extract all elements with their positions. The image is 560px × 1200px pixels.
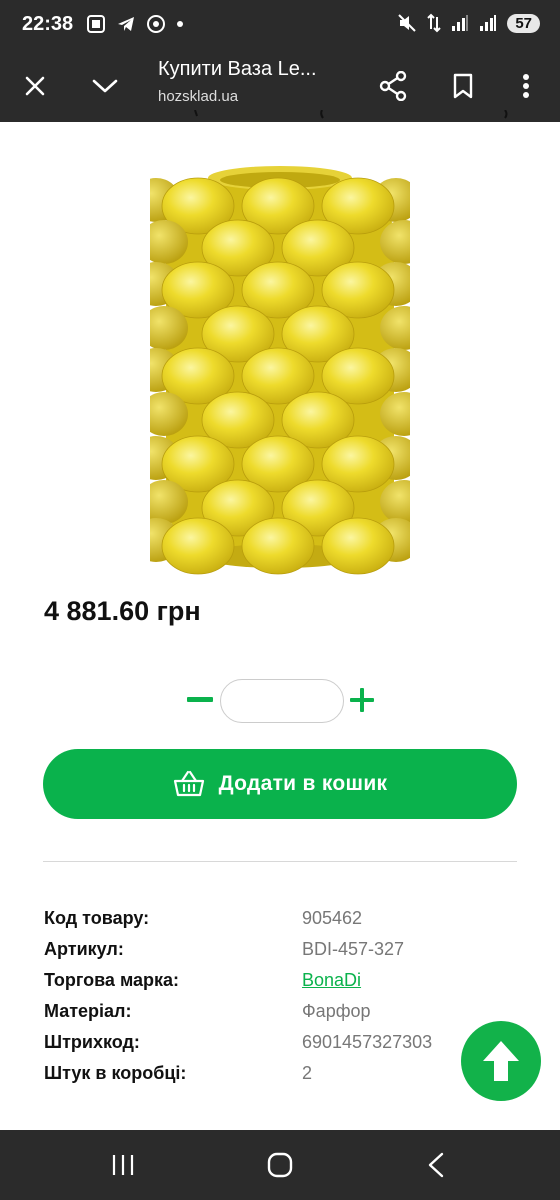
status-time: 22:38 (22, 13, 74, 35)
recent-apps-icon (112, 1155, 134, 1175)
spec-value: 2 (302, 1063, 313, 1083)
bookmark-icon (453, 73, 473, 99)
home-icon (267, 1152, 293, 1178)
spec-row-brand: Торгова марка: BonaDi (44, 970, 484, 1001)
spec-label: Код товару: (44, 908, 150, 928)
product-price: 4 881.60 грн (44, 596, 201, 626)
battery-indicator: 57 (507, 13, 540, 33)
quantity-input[interactable] (220, 679, 344, 723)
plus-icon (350, 688, 374, 712)
close-icon (25, 76, 45, 96)
more-vert-icon (523, 74, 529, 98)
dot-icon (177, 21, 183, 27)
spec-value: Фарфор (302, 1001, 371, 1021)
add-to-cart-label: Додати в кошик (218, 772, 388, 795)
page-url: hozsklad.ua (158, 88, 239, 105)
telegram-icon (118, 17, 134, 31)
product-specs: Код товару: 905462 Артикул: BDI-457-327 … (44, 908, 484, 1094)
cut-off-heading (0, 110, 560, 124)
share-button[interactable] (371, 64, 415, 108)
product-image (150, 166, 410, 575)
system-nav-bar (0, 1130, 560, 1200)
back-button[interactable] (414, 1145, 458, 1185)
spec-row-article: Артикул: BDI-457-327 (44, 939, 484, 970)
scroll-to-top-button[interactable] (461, 1021, 541, 1101)
more-options-button[interactable] (504, 64, 548, 108)
spec-label: Штук в коробці: (44, 1063, 187, 1083)
spec-label: Матеріал: (44, 1001, 132, 1021)
screenshot-icon (87, 15, 105, 33)
spec-row-material: Матеріал: Фарфор (44, 1001, 484, 1032)
brand-link[interactable]: BonaDi (302, 970, 361, 991)
signal-icon (480, 15, 497, 31)
chevron-down-icon (92, 79, 118, 93)
status-bar: 22:38 57 (0, 0, 560, 50)
minus-icon (187, 697, 213, 702)
spec-row-pieces-per-box: Штук в коробці: 2 (44, 1063, 484, 1094)
spec-row-code: Код товару: 905462 (44, 908, 484, 939)
quantity-increase-button[interactable] (344, 682, 380, 718)
minimize-button[interactable] (83, 64, 127, 108)
basket-icon (173, 770, 204, 797)
data-arrows-icon (427, 13, 442, 33)
arrow-up-icon (483, 1041, 519, 1081)
back-icon (428, 1152, 444, 1178)
spec-label: Штрихкод: (44, 1032, 140, 1052)
home-button[interactable] (258, 1145, 302, 1185)
page-title: Купити Ваза Le... (158, 58, 317, 80)
spec-value: 6901457327303 (302, 1032, 433, 1052)
spec-row-barcode: Штрихкод: 6901457327303 (44, 1032, 484, 1063)
quantity-decrease-button[interactable] (182, 682, 218, 718)
recent-apps-button[interactable] (101, 1145, 145, 1185)
signal-icon (452, 15, 469, 31)
spec-value: 905462 (302, 908, 363, 928)
share-icon (379, 71, 407, 101)
spec-label: Торгова марка: (44, 970, 180, 990)
add-to-cart-button[interactable]: Додати в кошик (43, 749, 517, 819)
close-tab-button[interactable] (13, 64, 57, 108)
chrome-icon (147, 15, 165, 33)
bookmark-button[interactable] (441, 64, 485, 108)
spec-label: Артикул: (44, 939, 124, 959)
divider (43, 861, 517, 862)
spec-value: BDI-457-327 (302, 939, 405, 959)
mute-icon (398, 14, 417, 32)
